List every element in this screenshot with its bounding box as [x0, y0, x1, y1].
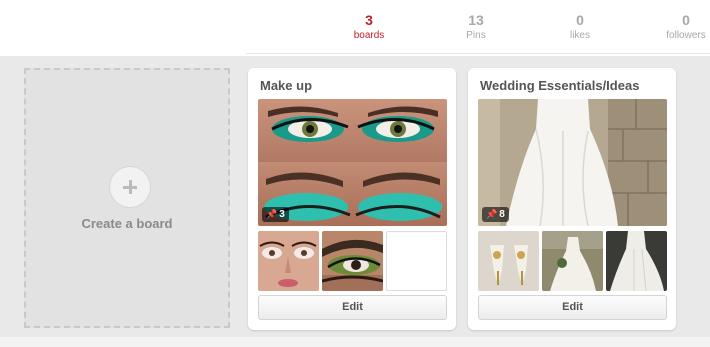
pin-count-value: 3	[279, 209, 285, 220]
board-thumbnail[interactable]	[542, 231, 603, 291]
stat-likes-count: 0	[576, 12, 584, 28]
board-thumbnail[interactable]	[322, 231, 383, 291]
wedding-shoes-thumbnail	[478, 231, 539, 291]
makeup-face-thumbnail	[258, 231, 319, 291]
board-cover-image[interactable]: 📌 8	[478, 99, 667, 226]
edit-board-button[interactable]: Edit	[258, 295, 447, 320]
board-thumbnail[interactable]	[606, 231, 667, 291]
pin-icon: 📌	[266, 209, 278, 219]
board-cover-image[interactable]: 📌 3	[258, 99, 447, 226]
create-board-label: Create a board	[81, 216, 173, 231]
board-thumbnail[interactable]	[478, 231, 539, 291]
pin-icon: 📌	[486, 209, 498, 219]
boards-grid-footer	[0, 337, 710, 347]
pin-count-value: 8	[499, 209, 505, 220]
board-title[interactable]: Make up	[260, 78, 312, 93]
pin-count-badge: 📌 3	[262, 207, 289, 222]
stat-likes-label: likes	[569, 30, 590, 41]
board-thumbnail-empty	[386, 231, 447, 291]
stat-likes[interactable]: 0 likes	[540, 12, 620, 43]
profile-stats-bar: 3 boards 13 Pins 0 likes 0 followers	[0, 0, 710, 54]
stat-pins-count: 13	[468, 12, 484, 28]
board-title[interactable]: Wedding Essentials/Ideas	[480, 78, 639, 93]
stat-boards-label: boards	[353, 30, 385, 41]
stat-boards[interactable]: 3 boards	[329, 12, 409, 43]
board-card-make-up[interactable]: Make up 📌 3 Edit	[248, 68, 456, 330]
pin-count-badge: 📌 8	[482, 207, 509, 222]
makeup-eye-thumbnail	[322, 231, 383, 291]
stat-boards-count: 3	[365, 12, 373, 28]
stats-divider	[246, 53, 710, 54]
board-card-wedding[interactable]: Wedding Essentials/Ideas 📌 8 Edit	[468, 68, 676, 330]
stat-pins[interactable]: 13 Pins	[436, 12, 516, 43]
edit-board-button[interactable]: Edit	[478, 295, 667, 320]
create-board-tile[interactable]: Create a board	[24, 68, 230, 328]
plus-icon	[110, 167, 150, 207]
stat-followers-label: followers	[666, 30, 706, 41]
stat-followers-count: 0	[682, 12, 690, 28]
stat-followers[interactable]: 0 followers	[646, 12, 710, 43]
wedding-veil-thumbnail	[606, 231, 667, 291]
board-thumbnail[interactable]	[258, 231, 319, 291]
wedding-gown-thumbnail	[542, 231, 603, 291]
stat-pins-label: Pins	[466, 30, 486, 41]
